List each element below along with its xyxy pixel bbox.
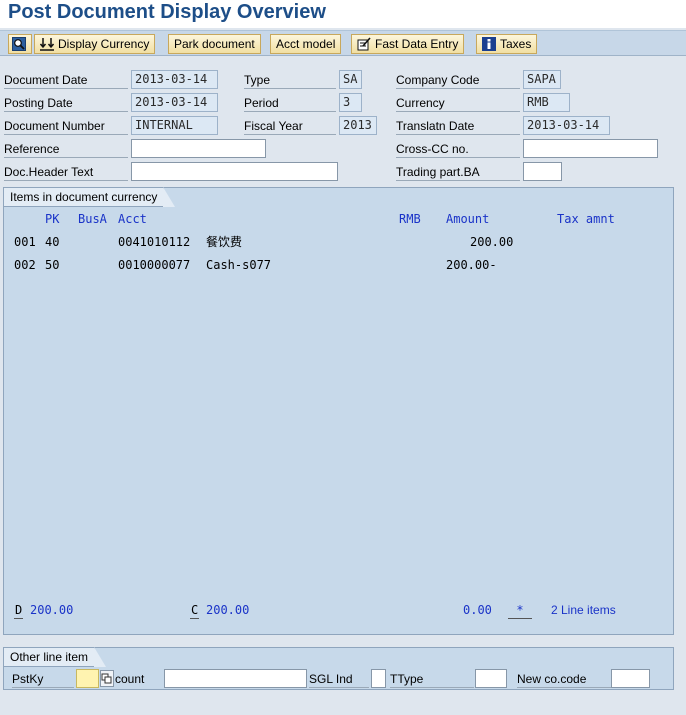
column-header-tax-amount[interactable]: Tax amnt: [557, 211, 615, 227]
fiscal-year-label: Fiscal Year: [244, 117, 336, 135]
currency-label: Currency: [396, 94, 520, 112]
column-header-pk[interactable]: PK: [45, 211, 59, 227]
balance-status-indicator: *: [508, 602, 532, 619]
row-account[interactable]: 0010000077: [118, 257, 190, 273]
translatn-date-label: Translatn Date: [396, 117, 520, 135]
translatn-date-field[interactable]: 2013-03-14: [523, 116, 610, 135]
other-line-item-title: Other line item: [4, 647, 107, 667]
row-account-name: Cash-s077: [206, 258, 272, 272]
reference-label: Reference: [4, 140, 128, 158]
row-posting-key: 50: [45, 258, 60, 272]
currency-field[interactable]: RMB: [523, 93, 570, 112]
balance-value: 0.00: [463, 603, 492, 617]
document-date-field[interactable]: 2013-03-14: [131, 70, 218, 89]
row-amount: 200.00: [470, 235, 514, 249]
items-group: Items in document currency PK BusA Acct …: [3, 187, 674, 635]
cross-cc-label: Cross-CC no.: [396, 140, 520, 158]
acct-model-button[interactable]: Acct model: [270, 34, 342, 54]
items-group-title: Items in document currency: [4, 187, 176, 207]
ttype-input[interactable]: [475, 669, 507, 688]
fiscal-year-field[interactable]: 2013: [339, 116, 377, 135]
row-account[interactable]: 0041010112: [118, 234, 190, 250]
park-document-button[interactable]: Park document: [168, 34, 261, 54]
fast-data-entry-label: Fast Data Entry: [375, 37, 459, 51]
reference-input[interactable]: [131, 139, 266, 158]
other-line-item-group: Other line item PstKy count SGL Ind TTyp…: [3, 647, 674, 690]
posting-key-input[interactable]: [76, 669, 99, 688]
taxes-button[interactable]: Taxes: [476, 34, 538, 54]
trading-part-label: Trading part.BA: [396, 163, 520, 181]
debit-total-label: D: [14, 603, 24, 619]
title-bar: Post Document Display Overview: [0, 0, 686, 28]
account-input[interactable]: [164, 669, 307, 688]
ttype-label: TType: [390, 670, 474, 688]
document-number-label: Document Number: [4, 117, 128, 135]
taxes-label: Taxes: [500, 37, 532, 51]
search-help-button[interactable]: [100, 670, 114, 687]
fast-data-entry-button[interactable]: Fast Data Entry: [351, 34, 465, 54]
page-title: Post Document Display Overview: [8, 1, 326, 23]
company-code-label: Company Code: [396, 71, 520, 89]
doc-header-text-label: Doc.Header Text: [4, 163, 128, 181]
sort-arrows-icon: [40, 38, 54, 51]
type-field[interactable]: SA: [339, 70, 362, 89]
sgl-ind-input[interactable]: [371, 669, 386, 688]
credit-total-label: C: [190, 603, 200, 619]
park-document-label: Park document: [174, 37, 255, 51]
application-toolbar: Display Currency Park document Acct mode…: [0, 30, 686, 56]
new-co-code-input[interactable]: [611, 669, 650, 688]
account-label: count: [115, 672, 145, 686]
type-label: Type: [244, 71, 336, 89]
row-number: 001: [14, 235, 36, 249]
magnifier-icon: [12, 37, 26, 51]
line-items-count: 2 Line items: [551, 603, 616, 617]
credit-total-value: 200.00: [206, 603, 250, 617]
column-header-busa[interactable]: BusA: [78, 211, 107, 227]
period-field[interactable]: 3: [339, 93, 362, 112]
row-posting-key: 40: [45, 235, 60, 249]
column-header-acct[interactable]: Acct: [118, 211, 147, 227]
row-amount: 200.00-: [446, 258, 497, 272]
new-co-code-label: New co.code: [517, 670, 611, 688]
sgl-ind-label: SGL Ind: [309, 670, 369, 688]
period-label: Period: [244, 94, 336, 112]
posting-date-field[interactable]: 2013-03-14: [131, 93, 218, 112]
doc-header-text-input[interactable]: [131, 162, 338, 181]
trading-part-input[interactable]: [523, 162, 562, 181]
posting-key-label: PstKy: [12, 670, 74, 688]
company-code-field[interactable]: SAPA: [523, 70, 561, 89]
debit-total-value: 200.00: [30, 603, 74, 617]
column-header-amount[interactable]: Amount: [446, 211, 489, 227]
value-help-icon: [101, 673, 112, 684]
display-document-button[interactable]: [8, 34, 32, 54]
cross-cc-input[interactable]: [523, 139, 658, 158]
column-header-currency[interactable]: RMB: [399, 211, 421, 227]
acct-model-label: Acct model: [276, 37, 336, 51]
document-date-label: Document Date: [4, 71, 128, 89]
edit-form-icon: [357, 37, 371, 51]
row-account-name: 餐饮费: [206, 235, 243, 249]
row-number: 002: [14, 258, 36, 272]
display-currency-label: Display Currency: [58, 37, 150, 51]
info-icon: [482, 37, 496, 51]
posting-date-label: Posting Date: [4, 94, 128, 112]
document-number-field[interactable]: INTERNAL: [131, 116, 218, 135]
display-currency-button[interactable]: Display Currency: [34, 34, 156, 54]
